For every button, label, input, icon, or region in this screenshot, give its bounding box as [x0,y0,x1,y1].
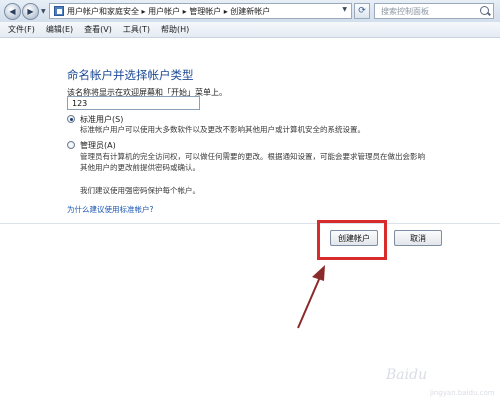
forward-button[interactable]: ▶ [22,3,39,20]
search-placeholder: 搜索控制面板 [381,7,429,16]
annotation-arrow-icon [297,265,325,329]
address-dropdown-icon[interactable]: ▼ [342,6,347,13]
watermark-logo: Baidu [386,367,428,383]
navigation-bar: ◀ ▶ ▼ 用户帐户和家庭安全 ▸ 用户帐户 ▸ 管理帐户 ▸ 创建新帐户 ▼ … [0,0,500,22]
content-area: 命名帐户并选择帐户类型 该名称将显示在欢迎屏幕和「开始」菜单上。 标准用户(S)… [0,39,500,397]
back-arrow-icon: ◀ [9,7,16,16]
search-icon[interactable] [480,6,489,15]
menu-bar: 文件(F) 编辑(E) 查看(V) 工具(T) 帮助(H) [0,22,500,38]
recent-pages-dropdown-icon[interactable]: ▼ [41,8,46,15]
forward-arrow-icon: ▶ [27,7,34,16]
back-button[interactable]: ◀ [4,3,21,20]
refresh-icon: ⟳ [358,6,366,16]
menu-tools[interactable]: 工具(T) [123,24,150,35]
control-panel-icon [54,6,64,16]
menu-file[interactable]: 文件(F) [8,24,35,35]
watermark-site: jingyan.baidu.com [430,389,495,397]
menu-help[interactable]: 帮助(H) [161,24,189,35]
address-bar[interactable]: 用户帐户和家庭安全 ▸ 用户帐户 ▸ 管理帐户 ▸ 创建新帐户 ▼ [49,3,352,19]
refresh-button[interactable]: ⟳ [354,3,370,19]
menu-edit[interactable]: 编辑(E) [46,24,73,35]
search-box[interactable]: 搜索控制面板 [374,3,494,19]
breadcrumb[interactable]: 用户帐户和家庭安全 ▸ 用户帐户 ▸ 管理帐户 ▸ 创建新帐户 [67,6,270,17]
menu-view[interactable]: 查看(V) [84,24,112,35]
